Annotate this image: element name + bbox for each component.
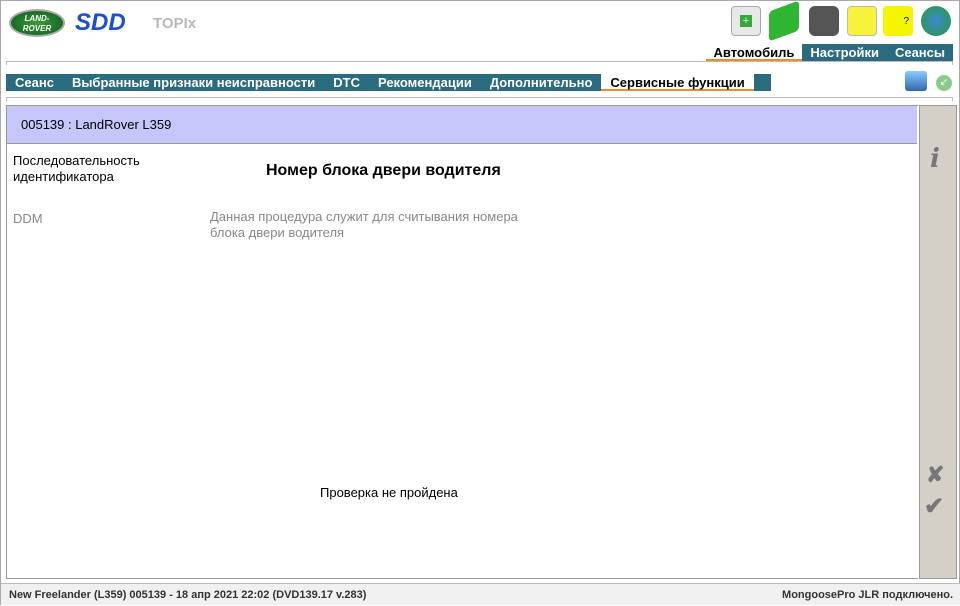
- info-icon[interactable]: i: [930, 144, 940, 174]
- battery-icon[interactable]: [847, 6, 877, 36]
- tab-symptoms[interactable]: Выбранные признаки неисправности: [63, 74, 324, 91]
- tab-session[interactable]: Сеанс: [6, 74, 63, 91]
- procedure-title: Номер блока двери водителя: [266, 162, 501, 179]
- tab-service-functions[interactable]: Сервисные функции: [601, 74, 754, 91]
- remote-camera-icon[interactable]: [905, 71, 927, 91]
- medical-kit-icon[interactable]: +: [731, 6, 761, 36]
- sequence-label: Последовательность идентификатора: [13, 153, 140, 184]
- interface-device-icon[interactable]: [769, 0, 799, 42]
- topix-link[interactable]: TOPIx: [153, 15, 196, 32]
- land-rover-logo: LAND- ROVER: [9, 9, 65, 37]
- confirm-icon[interactable]: ✔: [924, 492, 944, 521]
- top-tab-vehicle[interactable]: Автомобиль: [705, 44, 803, 61]
- divider: [6, 97, 953, 101]
- ecu-icon[interactable]: [809, 6, 839, 36]
- vehicle-header: 005139 : LandRover L359: [7, 106, 917, 144]
- session-info: New Freelander (L359) 005139 - 18 апр 20…: [9, 589, 367, 601]
- top-tabs: Автомобиль Настройки Сеансы: [705, 44, 953, 61]
- result-message: Проверка не пройдена: [320, 485, 458, 500]
- update-warning-icon[interactable]: [921, 6, 951, 36]
- wireless-status-icon[interactable]: ?: [883, 6, 913, 36]
- cancel-icon[interactable]: ✘: [926, 462, 944, 488]
- module-name: DDM: [13, 211, 43, 226]
- connection-status: MongoosePro JLR подключено.: [782, 589, 953, 601]
- divider: [6, 61, 953, 65]
- top-tab-sessions[interactable]: Сеансы: [886, 44, 953, 61]
- return-icon[interactable]: ↙: [936, 75, 952, 91]
- status-bar: New Freelander (L359) 005139 - 18 апр 20…: [1, 583, 960, 605]
- sdd-logo: SDD: [75, 9, 126, 36]
- tab-extras[interactable]: Дополнительно: [481, 74, 602, 91]
- right-toolbar: i ✘ ✔: [919, 105, 957, 579]
- procedure-description: Данная процедура служит для считывания н…: [210, 209, 518, 240]
- tab-dtc[interactable]: DTC: [324, 74, 369, 91]
- top-tab-settings[interactable]: Настройки: [802, 44, 887, 61]
- tab-recommendations[interactable]: Рекомендации: [369, 74, 481, 91]
- main-tabs: Сеанс Выбранные признаки неисправности D…: [6, 74, 771, 91]
